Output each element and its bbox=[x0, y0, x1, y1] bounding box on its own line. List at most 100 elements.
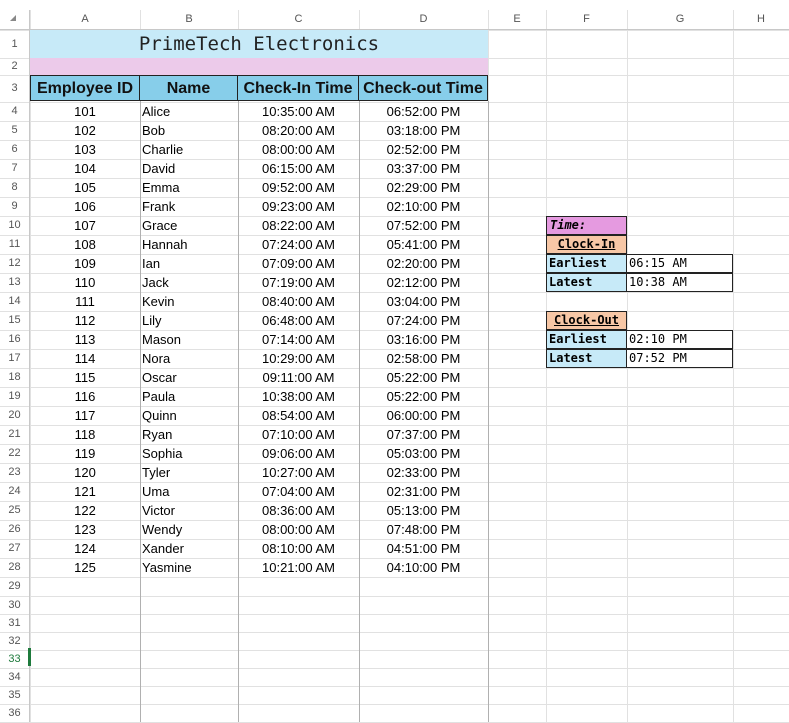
row-header[interactable]: 24 bbox=[0, 482, 29, 501]
check-out-cell[interactable]: 05:22:00 PM bbox=[359, 387, 488, 406]
check-in-cell[interactable]: 09:06:00 AM bbox=[238, 444, 359, 463]
employee-name-cell[interactable]: David bbox=[140, 159, 238, 178]
employee-name-cell[interactable]: Ryan bbox=[140, 425, 238, 444]
employee-name-cell[interactable]: Quinn bbox=[140, 406, 238, 425]
employee-id-cell[interactable]: 108 bbox=[30, 235, 140, 254]
clock-out-earliest-value[interactable]: 02:10 PM bbox=[626, 330, 733, 349]
check-out-cell[interactable]: 04:51:00 PM bbox=[359, 539, 488, 558]
employee-name-cell[interactable]: Oscar bbox=[140, 368, 238, 387]
check-out-cell[interactable]: 02:33:00 PM bbox=[359, 463, 488, 482]
clock-in-header[interactable]: Clock-In bbox=[546, 235, 627, 254]
check-in-cell[interactable]: 10:35:00 AM bbox=[238, 102, 359, 121]
row-header[interactable]: 7 bbox=[0, 159, 29, 178]
employee-id-cell[interactable]: 121 bbox=[30, 482, 140, 501]
clock-in-earliest-label[interactable]: Earliest bbox=[546, 254, 627, 273]
check-in-cell[interactable]: 07:19:00 AM bbox=[238, 273, 359, 292]
employee-name-cell[interactable]: Ian bbox=[140, 254, 238, 273]
employee-name-cell[interactable]: Jack bbox=[140, 273, 238, 292]
column-header[interactable]: H bbox=[733, 10, 789, 29]
employee-id-cell[interactable]: 114 bbox=[30, 349, 140, 368]
row-header[interactable]: 25 bbox=[0, 501, 29, 520]
check-in-cell[interactable]: 06:15:00 AM bbox=[238, 159, 359, 178]
check-in-cell[interactable]: 07:24:00 AM bbox=[238, 235, 359, 254]
row-2-band[interactable] bbox=[30, 58, 488, 75]
row-header[interactable]: 8 bbox=[0, 178, 29, 197]
employee-id-cell[interactable]: 106 bbox=[30, 197, 140, 216]
check-in-cell[interactable]: 10:21:00 AM bbox=[238, 558, 359, 577]
check-in-cell[interactable]: 08:22:00 AM bbox=[238, 216, 359, 235]
check-in-cell[interactable]: 08:20:00 AM bbox=[238, 121, 359, 140]
row-header[interactable]: 2 bbox=[0, 58, 29, 75]
check-out-cell[interactable]: 05:03:00 PM bbox=[359, 444, 488, 463]
column-header[interactable]: E bbox=[488, 10, 546, 29]
employee-id-cell[interactable]: 101 bbox=[30, 102, 140, 121]
clock-in-latest-value[interactable]: 10:38 AM bbox=[626, 273, 733, 292]
column-header[interactable]: F bbox=[546, 10, 627, 29]
row-header[interactable]: 9 bbox=[0, 197, 29, 216]
check-in-cell[interactable]: 08:54:00 AM bbox=[238, 406, 359, 425]
column-header[interactable]: G bbox=[627, 10, 733, 29]
row-header[interactable]: 13 bbox=[0, 273, 29, 292]
row-header[interactable]: 23 bbox=[0, 463, 29, 482]
check-out-cell[interactable]: 04:10:00 PM bbox=[359, 558, 488, 577]
employee-id-cell[interactable]: 107 bbox=[30, 216, 140, 235]
employee-id-cell[interactable]: 110 bbox=[30, 273, 140, 292]
column-header[interactable]: D bbox=[359, 10, 488, 29]
row-header[interactable]: 10 bbox=[0, 216, 29, 235]
clock-out-latest-label[interactable]: Latest bbox=[546, 349, 627, 368]
check-out-cell[interactable]: 05:13:00 PM bbox=[359, 501, 488, 520]
check-in-cell[interactable]: 08:40:00 AM bbox=[238, 292, 359, 311]
check-out-cell[interactable]: 07:52:00 PM bbox=[359, 216, 488, 235]
employee-name-cell[interactable]: Xander bbox=[140, 539, 238, 558]
column-header[interactable]: C bbox=[238, 10, 359, 29]
check-in-cell[interactable]: 07:10:00 AM bbox=[238, 425, 359, 444]
employee-id-cell[interactable]: 109 bbox=[30, 254, 140, 273]
check-out-cell[interactable]: 07:48:00 PM bbox=[359, 520, 488, 539]
row-header[interactable]: 35 bbox=[0, 686, 29, 704]
check-in-cell[interactable]: 09:23:00 AM bbox=[238, 197, 359, 216]
row-header[interactable]: 29 bbox=[0, 577, 29, 596]
row-header[interactable]: 16 bbox=[0, 330, 29, 349]
employee-name-cell[interactable]: Yasmine bbox=[140, 558, 238, 577]
check-out-cell[interactable]: 02:52:00 PM bbox=[359, 140, 488, 159]
employee-name-cell[interactable]: Mason bbox=[140, 330, 238, 349]
check-in-cell[interactable]: 07:14:00 AM bbox=[238, 330, 359, 349]
employee-name-cell[interactable]: Kevin bbox=[140, 292, 238, 311]
header-check-out[interactable]: Check-out Time bbox=[358, 75, 488, 101]
employee-id-cell[interactable]: 120 bbox=[30, 463, 140, 482]
check-out-cell[interactable]: 03:18:00 PM bbox=[359, 121, 488, 140]
row-header[interactable]: 28 bbox=[0, 558, 29, 577]
employee-name-cell[interactable]: Emma bbox=[140, 178, 238, 197]
check-out-cell[interactable]: 02:29:00 PM bbox=[359, 178, 488, 197]
employee-id-cell[interactable]: 116 bbox=[30, 387, 140, 406]
column-header[interactable]: A bbox=[30, 10, 140, 29]
row-header[interactable]: 19 bbox=[0, 387, 29, 406]
employee-id-cell[interactable]: 122 bbox=[30, 501, 140, 520]
check-out-cell[interactable]: 02:31:00 PM bbox=[359, 482, 488, 501]
check-out-cell[interactable]: 02:12:00 PM bbox=[359, 273, 488, 292]
check-in-cell[interactable]: 10:29:00 AM bbox=[238, 349, 359, 368]
row-header[interactable]: 34 bbox=[0, 668, 29, 686]
clock-out-header[interactable]: Clock-Out bbox=[546, 311, 627, 330]
row-header[interactable]: 20 bbox=[0, 406, 29, 425]
check-in-cell[interactable]: 09:52:00 AM bbox=[238, 178, 359, 197]
employee-name-cell[interactable]: Uma bbox=[140, 482, 238, 501]
employee-name-cell[interactable]: Sophia bbox=[140, 444, 238, 463]
clock-out-latest-value[interactable]: 07:52 PM bbox=[626, 349, 733, 368]
check-in-cell[interactable]: 10:38:00 AM bbox=[238, 387, 359, 406]
employee-name-cell[interactable]: Nora bbox=[140, 349, 238, 368]
employee-id-cell[interactable]: 102 bbox=[30, 121, 140, 140]
employee-name-cell[interactable]: Wendy bbox=[140, 520, 238, 539]
employee-id-cell[interactable]: 115 bbox=[30, 368, 140, 387]
employee-id-cell[interactable]: 124 bbox=[30, 539, 140, 558]
column-header[interactable]: B bbox=[140, 10, 238, 29]
row-header[interactable]: 6 bbox=[0, 140, 29, 159]
employee-id-cell[interactable]: 111 bbox=[30, 292, 140, 311]
check-in-cell[interactable]: 09:11:00 AM bbox=[238, 368, 359, 387]
employee-id-cell[interactable]: 123 bbox=[30, 520, 140, 539]
check-out-cell[interactable]: 06:00:00 PM bbox=[359, 406, 488, 425]
employee-id-cell[interactable]: 125 bbox=[30, 558, 140, 577]
row-header[interactable]: 21 bbox=[0, 425, 29, 444]
check-in-cell[interactable]: 07:04:00 AM bbox=[238, 482, 359, 501]
check-out-cell[interactable]: 05:41:00 PM bbox=[359, 235, 488, 254]
